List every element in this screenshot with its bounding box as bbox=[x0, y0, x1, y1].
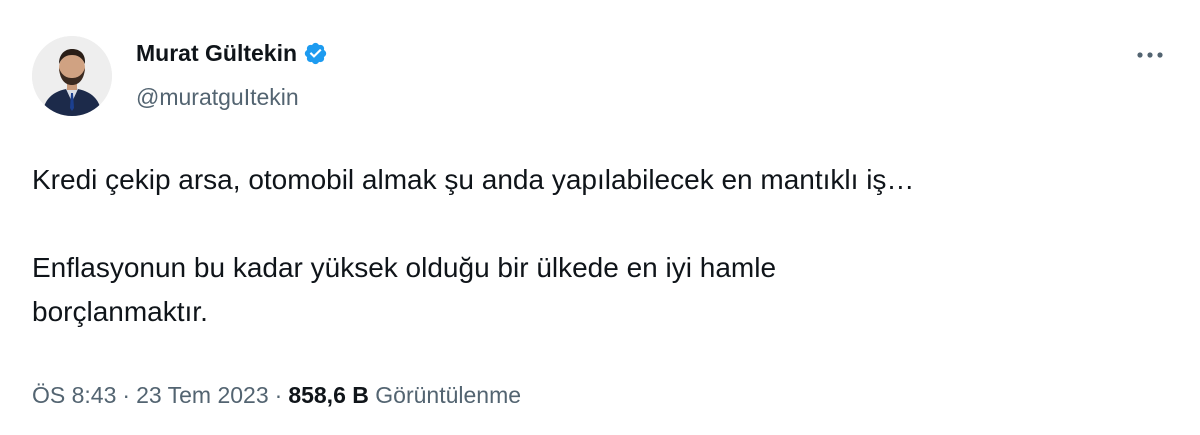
avatar[interactable] bbox=[32, 36, 112, 116]
more-options-button[interactable] bbox=[1130, 40, 1170, 70]
meta-separator: · bbox=[122, 382, 131, 408]
views-count: 858,6 B bbox=[288, 382, 369, 408]
tweet-paragraph: Enflasyonun bu kadar yüksek olduğu bir ü… bbox=[32, 252, 777, 283]
tweet-paragraph: Kredi çekip arsa, otomobil almak şu anda… bbox=[32, 164, 915, 195]
tweet-card: Murat Gültekin @muratguItekin Kredi çeki… bbox=[0, 0, 1200, 435]
author-handle[interactable]: @muratguItekin bbox=[136, 82, 299, 112]
meta-separator: · bbox=[274, 382, 283, 408]
avatar-image bbox=[32, 36, 112, 116]
tweet-meta: ÖS 8:43 · 23 Tem 2023 · 858,6 B Görüntülenme bbox=[32, 379, 521, 411]
tweet-paragraph: borçlanmaktır. bbox=[32, 296, 208, 327]
author-display-name[interactable]: Murat Gültekin bbox=[136, 38, 297, 68]
author-name-row: Murat Gültekin bbox=[136, 38, 328, 68]
tweet-time[interactable]: ÖS 8:43 bbox=[32, 382, 116, 408]
tweet-text: Kredi çekip arsa, otomobil almak şu anda… bbox=[32, 158, 1162, 334]
views-label: Görüntülenme bbox=[375, 382, 522, 408]
verified-badge-icon[interactable] bbox=[303, 41, 328, 66]
more-horizontal-icon bbox=[1137, 52, 1163, 58]
tweet-date[interactable]: 23 Tem 2023 bbox=[136, 382, 269, 408]
